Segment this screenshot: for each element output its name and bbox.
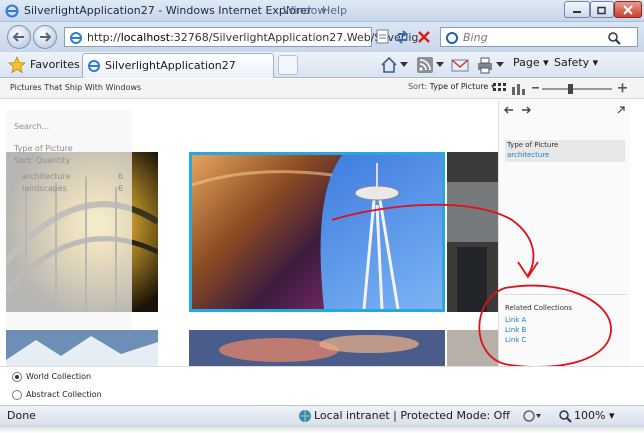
collection-selector: World Collection Abstract Collection: [0, 366, 644, 404]
status-bar: Done Local intranet | Protected Mode: Of…: [0, 405, 644, 425]
protected-mode-icon[interactable]: [522, 409, 542, 423]
world-collection-label[interactable]: World Collection: [26, 372, 91, 381]
window-shadow: [0, 425, 644, 433]
world-collection-radio[interactable]: [12, 372, 22, 382]
intranet-globe-icon: [299, 410, 311, 422]
abstract-collection-radio[interactable]: [12, 390, 22, 400]
zoom-level[interactable]: 100% ▾: [574, 409, 614, 422]
status-text: Done: [7, 409, 36, 422]
zoom-magnifier-icon: [559, 410, 572, 423]
abstract-collection-label[interactable]: Abstract Collection: [26, 390, 102, 399]
security-zone[interactable]: Local intranet | Protected Mode: Off: [314, 409, 510, 422]
